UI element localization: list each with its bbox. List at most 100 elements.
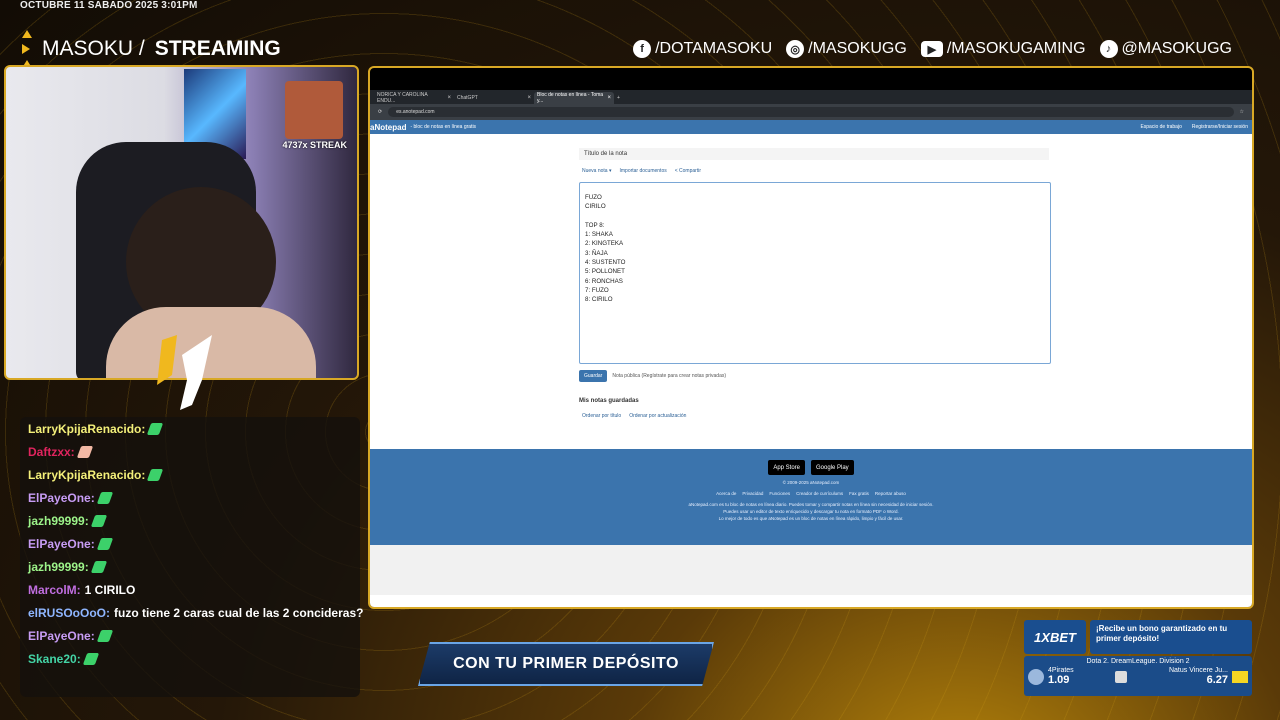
new-note-button[interactable]: Nueva nota ▾ [582, 168, 611, 174]
note-line: FUZO [585, 194, 602, 201]
streak-meme-image [285, 81, 343, 139]
save-button[interactable]: Guardar [579, 370, 608, 382]
chat-message: Skane20: [28, 647, 352, 670]
footer-link[interactable]: Funciones [769, 491, 790, 496]
note-line: 7: FUZO [585, 286, 609, 294]
chat-message: LarryKpijaRenacido: [28, 463, 352, 486]
pickaxe-emote-icon [90, 514, 107, 527]
chat-username[interactable]: MarcolM: [28, 583, 81, 597]
page-blank-area [370, 545, 1252, 595]
pickaxe-emote-icon [96, 629, 113, 642]
hand-emote-icon [76, 445, 93, 458]
browser-tab-active[interactable]: Bloc de notas en línea - Toma y... × [534, 92, 614, 104]
chat-username[interactable]: LarryKpijaRenacido: [28, 468, 145, 482]
navi-logo-icon [1232, 670, 1248, 683]
new-tab-button[interactable]: + [614, 92, 628, 104]
chat-message: jazh99999: [28, 509, 352, 532]
match-odds-widget: Dota 2. DreamLeague. Division 2 4Pirates… [1024, 656, 1252, 696]
chat-message: Daftzxx: [28, 440, 352, 463]
note-line: 4: SUSTENTO [585, 259, 626, 267]
public-note-label: Nota pública (Regístrate para crear nota… [612, 373, 727, 379]
team1-odd: 1.09 [1048, 674, 1070, 686]
chat-message: ElPayeOne: [28, 532, 352, 555]
team-4pirates-icon [1028, 668, 1044, 685]
chat-username[interactable]: elRUSOoOoO: [28, 606, 110, 620]
chat-message: ElPayeOne: [28, 624, 352, 647]
brand: MASOKU / STREAMING [22, 30, 281, 68]
instagram-icon: ◎ [786, 40, 805, 58]
chat-message: LarryKpijaRenacido: [28, 417, 352, 440]
footer-link[interactable]: Privacidad [742, 491, 763, 496]
social-youtube: ▶/MASOKUGAMING [920, 40, 1086, 58]
footer-links: Acerca de Privacidad Funciones Creador de c… [370, 491, 1252, 496]
share-button[interactable]: < Compartir [675, 168, 701, 174]
site-footer: App Store Google Play © 2009-2025 aNotep… [370, 449, 1252, 545]
address-bar-row: ⟳ es.anotepad.com ☆ [370, 104, 1252, 120]
nav-login-link[interactable]: Registrarse/Iniciar sesión [1192, 124, 1248, 130]
footer-description: aNotepad.com es tu bloc de notas en líne… [688, 502, 934, 521]
chat-username[interactable]: ElPayeOne: [28, 537, 95, 551]
betting-ad-text: ¡Recibe un bono garantizado en tu primer… [1090, 620, 1252, 654]
note-line: 6: RONCHAS [585, 277, 623, 285]
chat-message: jazh99999: [28, 555, 352, 578]
browser-tab[interactable]: NORICA Y CAROLINA ENDU... × [374, 92, 454, 104]
app-store-badge[interactable]: App Store [768, 460, 805, 475]
note-line: CIRILO [585, 203, 606, 211]
screen-capture: NORICA Y CAROLINA ENDU... × ChatGPT × Bloc… [368, 66, 1254, 609]
streak-counter: 4737x STREAK [282, 140, 347, 150]
channel-logo-icon [157, 335, 212, 410]
import-documents-button[interactable]: Importar documentos [619, 168, 666, 174]
close-icon[interactable]: × [607, 95, 611, 101]
note-actions: Nueva nota ▾ Importar documentos < Compa… [582, 168, 701, 174]
social-instagram: ◎/MASOKUGG [786, 40, 907, 58]
team1-name: 4Pirates [1048, 667, 1074, 674]
pickaxe-emote-icon [90, 560, 107, 573]
social-tiktok: ♪ @MASOKUGG [1099, 40, 1232, 58]
chat-username[interactable]: jazh99999: [28, 560, 89, 574]
brand-bold: STREAMING [154, 37, 281, 60]
brand-arrow-icon [22, 30, 32, 68]
browser-tab[interactable]: ChatGPT × [454, 92, 534, 104]
close-icon[interactable]: × [527, 95, 531, 101]
chat-username[interactable]: ElPayeOne: [28, 491, 95, 505]
reload-icon[interactable]: ⟳ [378, 109, 382, 115]
note-line: 2: KINGTEKA [585, 240, 624, 248]
pickaxe-emote-icon [96, 491, 113, 504]
brand-light: MASOKU / [42, 37, 145, 60]
note-title-input[interactable]: Título de la nota [579, 148, 1049, 160]
footer-link[interactable]: Creador de currículums [796, 491, 843, 496]
bookmark-star-icon[interactable]: ☆ [1240, 109, 1244, 115]
sort-by-title-link[interactable]: Ordenar por título [582, 413, 621, 419]
chat-message: ElPayeOne: [28, 486, 352, 509]
footer-link[interactable]: Reportar abuso [875, 491, 906, 496]
footer-link[interactable]: Acerca de [716, 491, 736, 496]
chat-username[interactable]: jazh99999: [28, 514, 89, 528]
note-line: 8: CIRILO [585, 296, 613, 304]
chat-username[interactable]: LarryKpijaRenacido: [28, 422, 145, 436]
chat-username[interactable]: Daftzxx: [28, 445, 75, 459]
sort-options: Ordenar por título Ordenar por actualiza… [582, 413, 686, 419]
youtube-icon: ▶ [920, 41, 943, 57]
nav-workspace-link[interactable]: Espacio de trabajo [1140, 124, 1181, 130]
site-logo[interactable]: aNotepad [370, 123, 406, 132]
google-play-badge[interactable]: Google Play [811, 460, 854, 475]
note-line: 3: ÑAJA [585, 249, 608, 257]
pickaxe-emote-icon [147, 468, 164, 481]
team2-odd: 6.27 [1206, 674, 1228, 686]
url-input[interactable]: es.anotepad.com [388, 107, 1234, 117]
chat-message: MarcolM: 1 CIRILO [28, 578, 352, 601]
chat-username[interactable]: ElPayeOne: [28, 629, 95, 643]
close-icon[interactable]: × [447, 95, 451, 101]
stream-overlay: OCTUBRE 11 SABADO 2025 3:01PM MASOKU / S… [0, 0, 1280, 720]
match-league: Dota 2. DreamLeague. Division 2 [1086, 658, 1190, 665]
tiktok-icon: ♪ [1099, 40, 1118, 58]
social-links: f/DOTAMASOKU ◎/MASOKUGG ▶/MASOKUGAMING ♪… [633, 40, 1232, 58]
chat-username[interactable]: Skane20: [28, 652, 81, 666]
note-textarea[interactable]: FUZO CIRILO TOP 8: 1: SHAKA 2: KINGTEKA 3: ÑA… [579, 182, 1051, 364]
footer-link[interactable]: Fax gratis [849, 491, 869, 496]
note-line: 1: SHAKA [585, 231, 613, 239]
dota-icon [1115, 670, 1128, 683]
social-facebook: f/DOTAMASOKU [633, 40, 772, 58]
facebook-icon: f [633, 40, 652, 58]
sort-by-update-link[interactable]: Ordenar por actualización [629, 413, 686, 419]
